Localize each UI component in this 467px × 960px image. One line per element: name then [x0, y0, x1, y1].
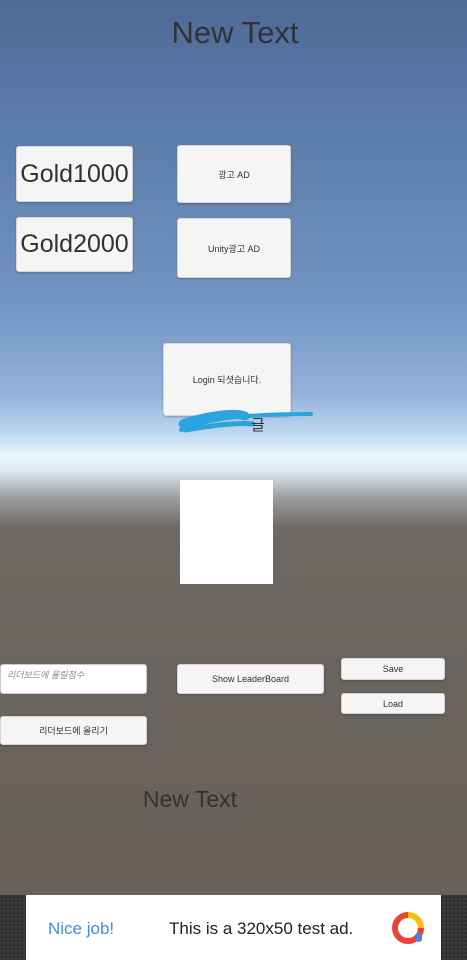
ad-nice-text: Nice job! [48, 919, 115, 938]
post-leaderboard-button[interactable]: 리더보드에 올리기 [0, 716, 147, 745]
redacted-scribble [178, 409, 313, 433]
status-label: 글 [251, 417, 265, 434]
score-input-placeholder: 리더보드에 올릴점수 [7, 670, 85, 680]
gold2000-button[interactable]: Gold2000 [16, 217, 133, 272]
gold1000-button[interactable]: Gold1000 [16, 146, 133, 202]
bottom-title-text: New Text [142, 786, 238, 812]
login-status-button[interactable]: Login 되셧습니다. [163, 343, 291, 416]
admob-logo-icon [392, 912, 424, 944]
ad-description-text: This is a 320x50 test ad. [169, 919, 354, 938]
ad-banner[interactable]: Nice job! This is a 320x50 test ad. [26, 895, 441, 960]
ad-banner-bar: Nice job! This is a 320x50 test ad. [0, 895, 467, 960]
top-title-text: New Text [171, 15, 299, 50]
ad-button[interactable]: 광고 AD [177, 145, 291, 203]
save-button[interactable]: Save [341, 658, 445, 680]
load-button[interactable]: Load [341, 693, 445, 714]
score-input[interactable]: 리더보드에 올릴점수 [0, 664, 147, 694]
show-leaderboard-button[interactable]: Show LeaderBoard [177, 664, 324, 694]
white-image-panel [180, 480, 273, 584]
unity-ad-button[interactable]: Unity광고 AD [177, 218, 291, 278]
